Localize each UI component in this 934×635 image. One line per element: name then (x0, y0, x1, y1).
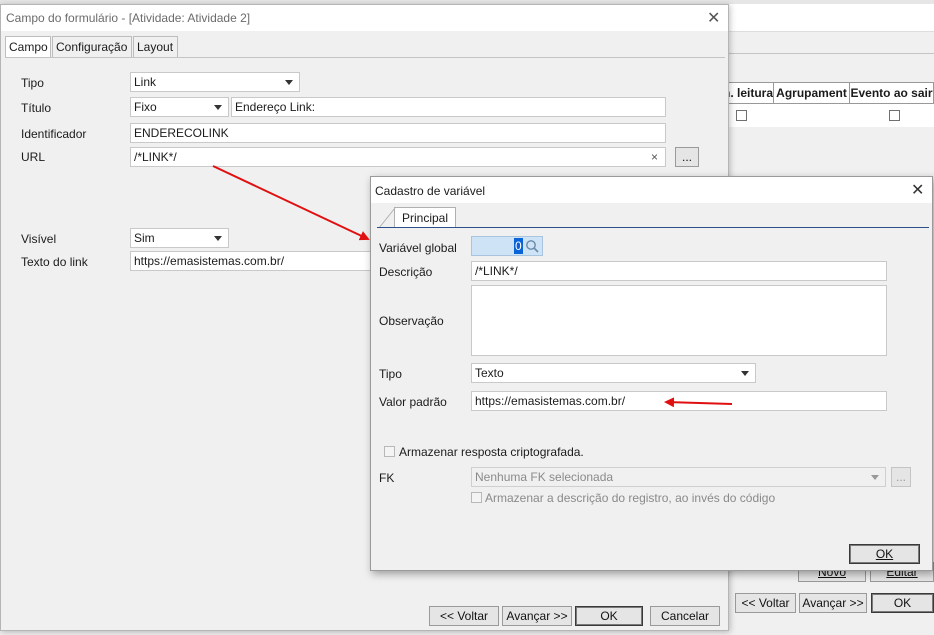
arrow-url-to-variable (212, 165, 370, 241)
arrow-to-valor-padrao (664, 397, 733, 408)
annotation-arrows (212, 165, 733, 408)
